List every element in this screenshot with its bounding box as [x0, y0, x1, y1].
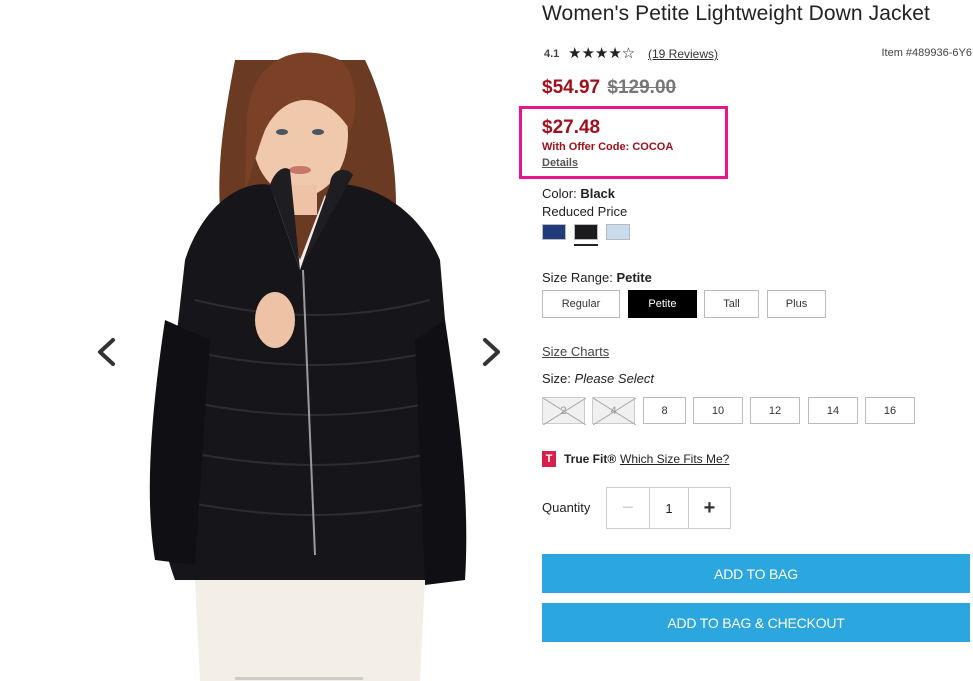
reduced-price-note: Reduced Price [542, 204, 628, 219]
color-label-text: Color: [542, 186, 577, 201]
size-2-label: 2 [560, 404, 567, 417]
size-4[interactable]: 4 [592, 397, 636, 425]
rating-value: 4.1 [544, 48, 560, 60]
swatch-navy[interactable] [542, 224, 566, 240]
size-range-tall[interactable]: Tall [704, 290, 759, 318]
size-range-regular[interactable]: Regular [542, 290, 620, 318]
quantity-decrease-button[interactable]: − [607, 488, 649, 528]
size-label: Size: Please Select [542, 371, 654, 386]
gallery-indicator[interactable] [235, 677, 363, 680]
color-label: Color: Black [542, 186, 615, 201]
truefit-logo-icon: T [542, 451, 556, 467]
rating-stars-icon: ★★★★☆ [568, 45, 636, 62]
chevron-right-icon [483, 338, 500, 366]
add-to-bag-button[interactable]: ADD TO BAG [542, 554, 970, 593]
size-12[interactable]: 12 [750, 397, 800, 424]
product-details: Women's Petite Lightweight Down Jacket 4… [519, 0, 973, 681]
add-to-bag-checkout-button[interactable]: ADD TO BAG & CHECKOUT [542, 603, 970, 642]
size-label-text: Size: [542, 371, 571, 386]
size-10[interactable]: 10 [693, 397, 743, 424]
swatch-selected-indicator [574, 244, 598, 246]
size-2[interactable]: 2 [542, 397, 586, 425]
size-14[interactable]: 14 [808, 397, 858, 424]
size-8[interactable]: 8 [643, 397, 686, 424]
offer-highlight-box: $27.48 With Offer Code: COCOA Details [519, 106, 728, 179]
size-range-label-text: Size Range: [542, 270, 613, 285]
reviews-link[interactable]: (19 Reviews) [648, 47, 718, 61]
truefit-link[interactable]: Which Size Fits Me? [620, 452, 729, 466]
size-4-label: 4 [610, 404, 617, 417]
size-charts-link[interactable]: Size Charts [542, 344, 609, 359]
truefit-name: True Fit® [564, 452, 617, 466]
size-range-petite[interactable]: Petite [628, 290, 697, 318]
gallery-prev-button[interactable] [92, 335, 122, 369]
offer-details-link[interactable]: Details [542, 157, 578, 169]
product-photo [149, 52, 467, 681]
size-range-label: Size Range: Petite [542, 270, 652, 285]
color-selected: Black [580, 186, 616, 201]
quantity-stepper: − 1 + [606, 487, 731, 529]
quantity-label: Quantity [542, 500, 591, 515]
sale-price: $54.97 [542, 77, 601, 98]
item-number: Item #489936-6Y6 [881, 47, 972, 59]
size-range-selected: Petite [616, 270, 652, 285]
offer-code-text: With Offer Code: COCOA [542, 141, 674, 153]
rating-row: 4.1 ★★★★☆ (19 Reviews) Item #489936-6Y6 [544, 44, 972, 64]
original-price: $129.00 [607, 77, 677, 98]
quantity-input[interactable]: 1 [649, 488, 689, 528]
size-prompt: Please Select [574, 371, 655, 386]
swatch-light-blue[interactable] [606, 224, 630, 240]
offer-price: $27.48 [542, 117, 601, 138]
product-gallery [0, 0, 540, 681]
product-title: Women's Petite Lightweight Down Jacket [542, 2, 930, 25]
swatch-black[interactable] [574, 224, 598, 240]
size-range-plus[interactable]: Plus [767, 290, 826, 318]
price-row: $54.97 $129.00 [542, 77, 676, 99]
quantity-increase-button[interactable]: + [689, 488, 730, 528]
gallery-next-button[interactable] [476, 335, 506, 369]
size-16[interactable]: 16 [865, 397, 915, 424]
chevron-left-icon [98, 338, 115, 366]
